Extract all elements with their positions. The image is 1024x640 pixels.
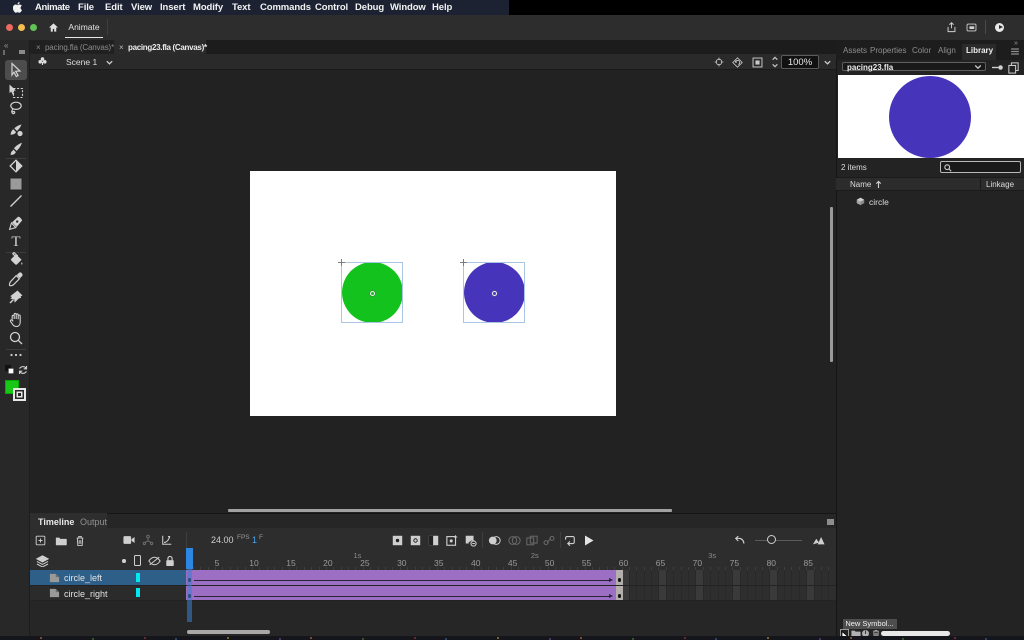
svg-text:T: T [11, 234, 20, 249]
